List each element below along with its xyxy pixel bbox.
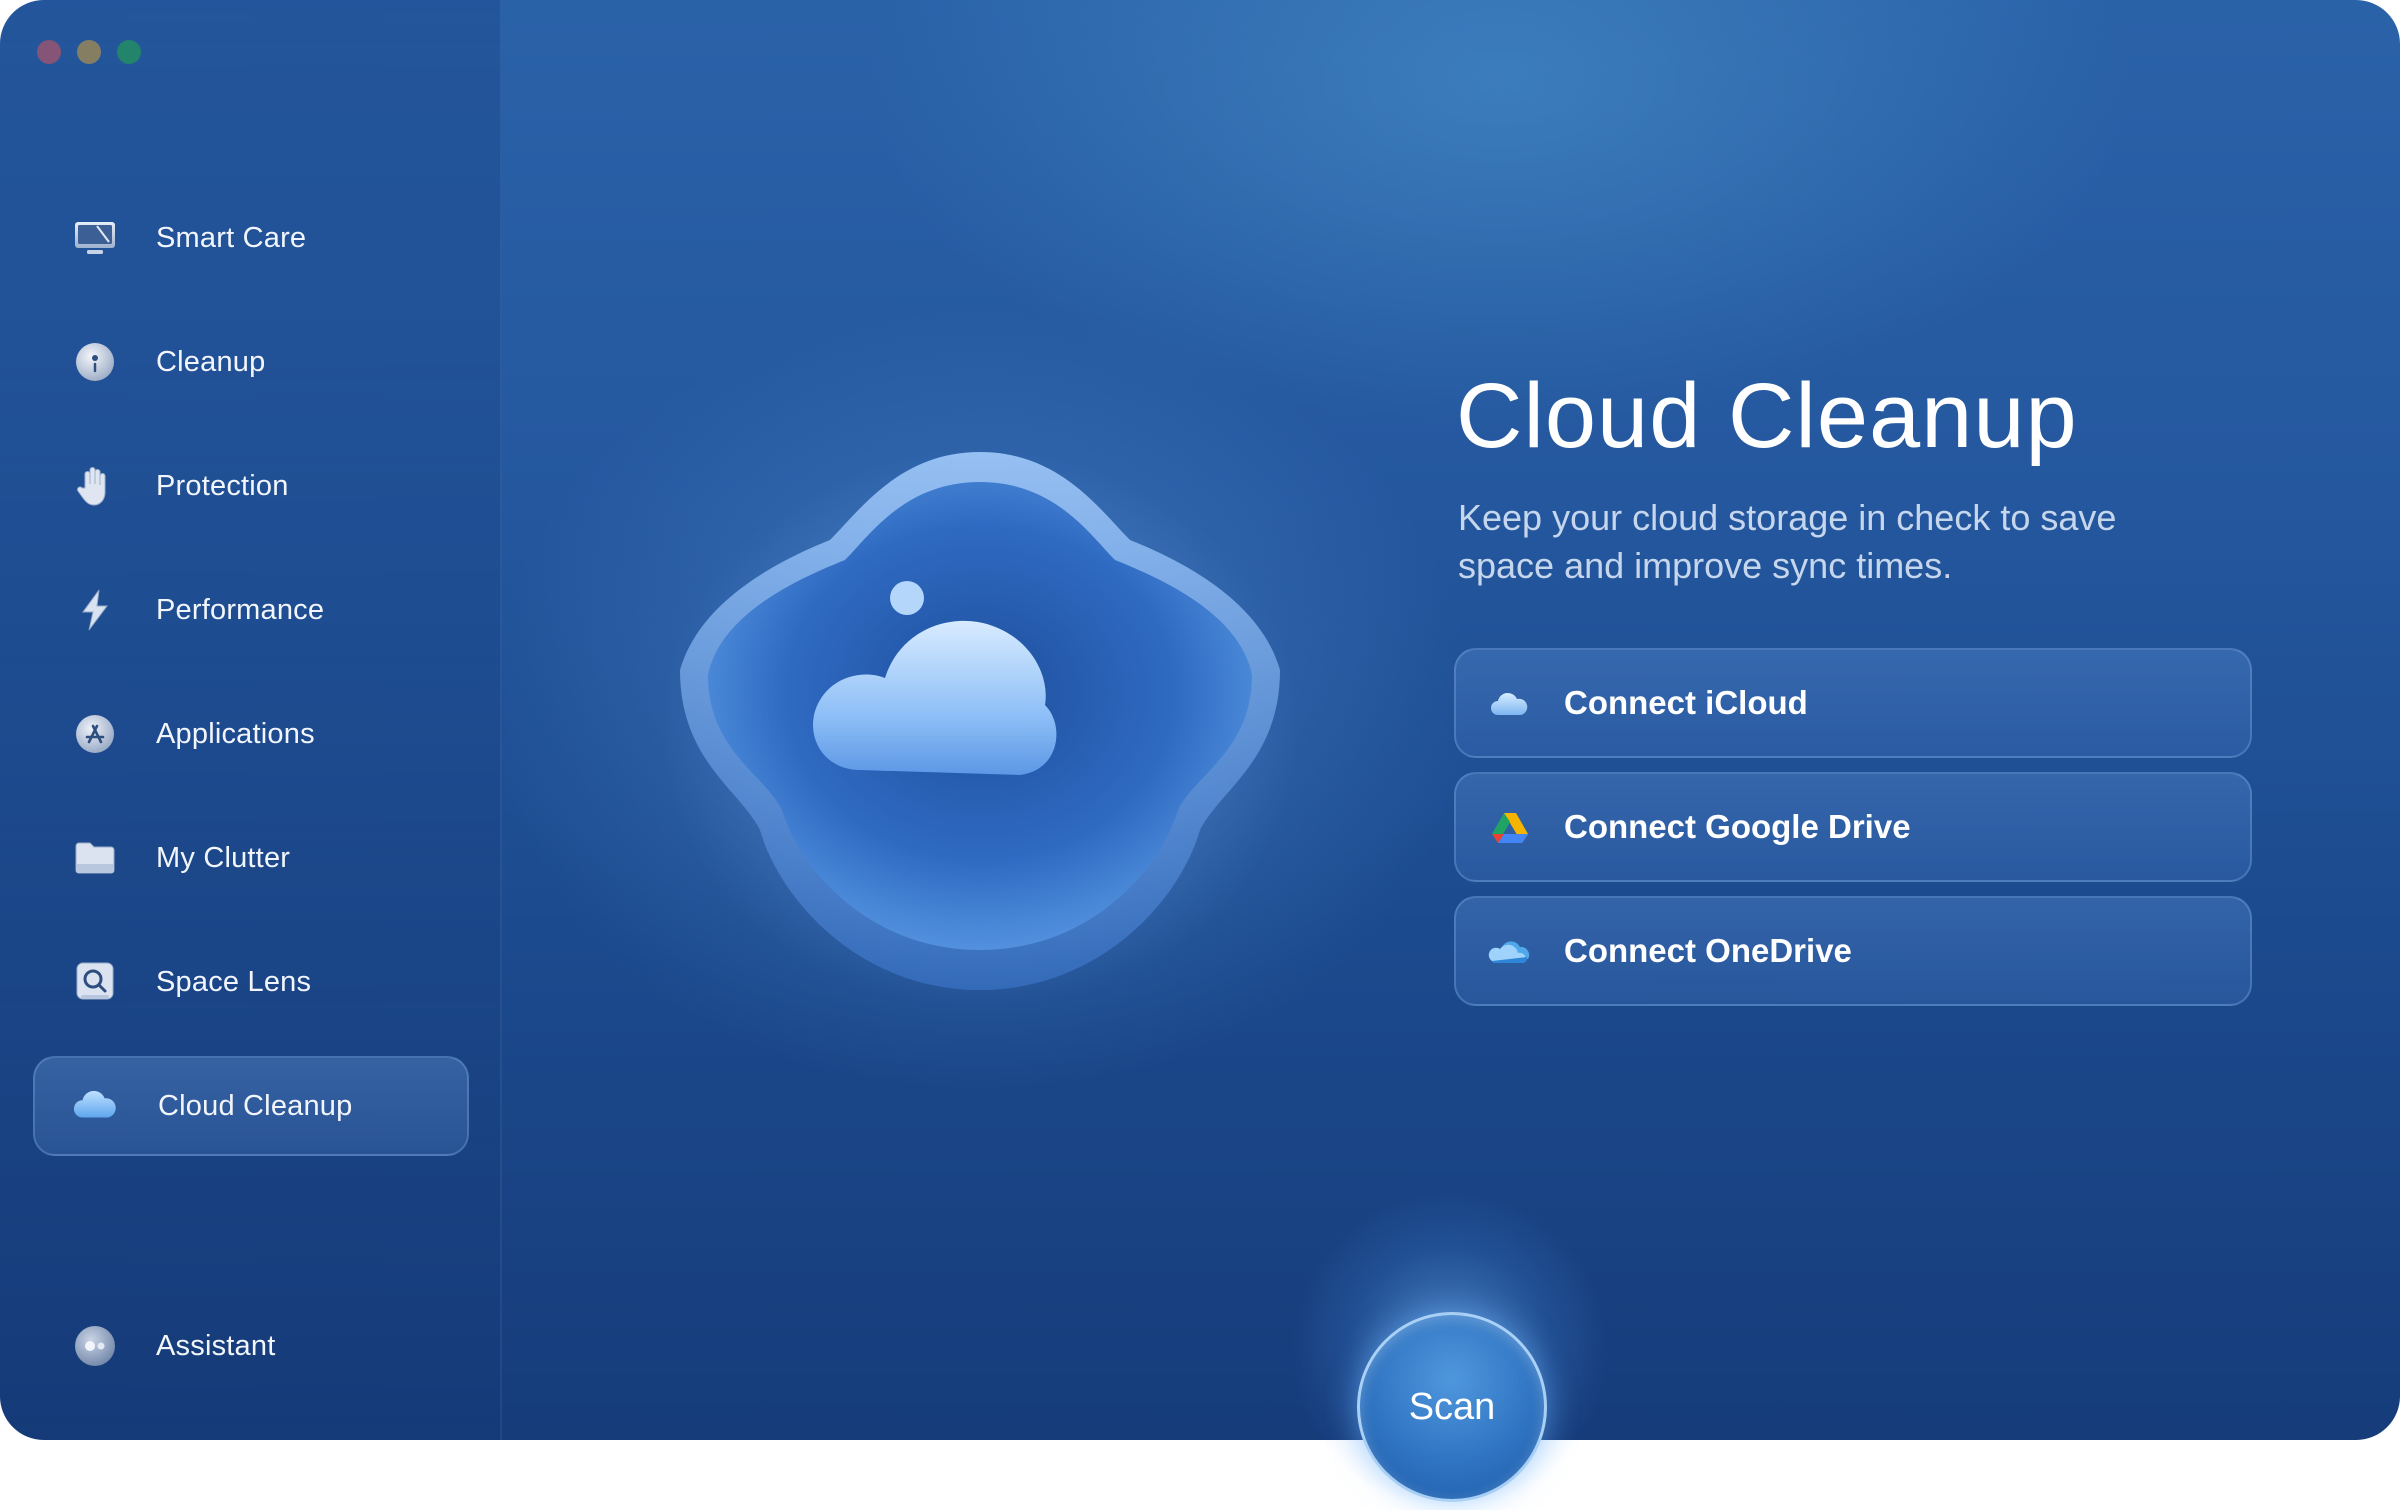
scan-button[interactable]: Scan [1357,1312,1547,1502]
connect-icloud-label: Connect iCloud [1564,684,1808,721]
sidebar-item-cleanup[interactable]: Cleanup [33,312,469,412]
disc-icon [71,338,119,386]
sidebar-item-label: Cleanup [156,345,266,378]
connect-google-drive-label: Connect Google Drive [1564,808,1911,845]
sidebar-item-applications[interactable]: Applications [33,684,469,784]
cloud-icon [71,1082,119,1130]
sidebar-item-label: Assistant [156,1329,276,1362]
connect-onedrive-button[interactable]: Connect OneDrive [1454,896,2252,1006]
sidebar-item-label: Cloud Cleanup [158,1089,353,1122]
connect-google-drive-button[interactable]: Connect Google Drive [1454,772,2252,882]
sidebar-item-cloud-cleanup[interactable]: Cloud Cleanup [33,1056,469,1156]
sidebar-item-label: Space Lens [156,965,312,998]
assistant-icon [71,1322,119,1370]
sidebar: Smart Care Cleanup Protection Performanc… [0,0,502,1440]
sidebar-item-space-lens[interactable]: Space Lens [33,932,469,1032]
sidebar-item-assistant[interactable]: Assistant [33,1296,469,1396]
sidebar-item-performance[interactable]: Performance [33,560,469,660]
onedrive-icon [1488,929,1532,973]
sidebar-item-label: Smart Care [156,221,307,254]
hand-icon [71,462,119,510]
page-subtitle: Keep your cloud storage in check to save… [1458,497,2117,586]
icloud-icon [1488,681,1532,725]
folder-icon [71,834,119,882]
sidebar-item-my-clutter[interactable]: My Clutter [33,808,469,908]
sidebar-item-smart-care[interactable]: Smart Care [33,188,469,288]
connect-icloud-button[interactable]: Connect iCloud [1454,648,2252,758]
sidebar-item-protection[interactable]: Protection [33,436,469,536]
monitor-icon [71,214,119,262]
sidebar-item-label: Performance [156,593,325,626]
cloud-cleanup-illustration [660,430,1300,1010]
scan-label: Scan [1408,1385,1496,1428]
app-window: Smart Care Cleanup Protection Performanc… [0,0,2400,1440]
connect-onedrive-label: Connect OneDrive [1564,932,1852,969]
google-drive-icon [1488,805,1532,849]
lightning-icon [71,586,119,634]
magnifier-icon [71,958,119,1006]
sidebar-item-label: Applications [156,717,315,750]
sidebar-item-label: Protection [156,469,289,502]
sidebar-item-label: My Clutter [156,841,291,874]
app-store-icon [71,710,119,758]
page-title: Cloud Cleanup [1456,365,2078,467]
